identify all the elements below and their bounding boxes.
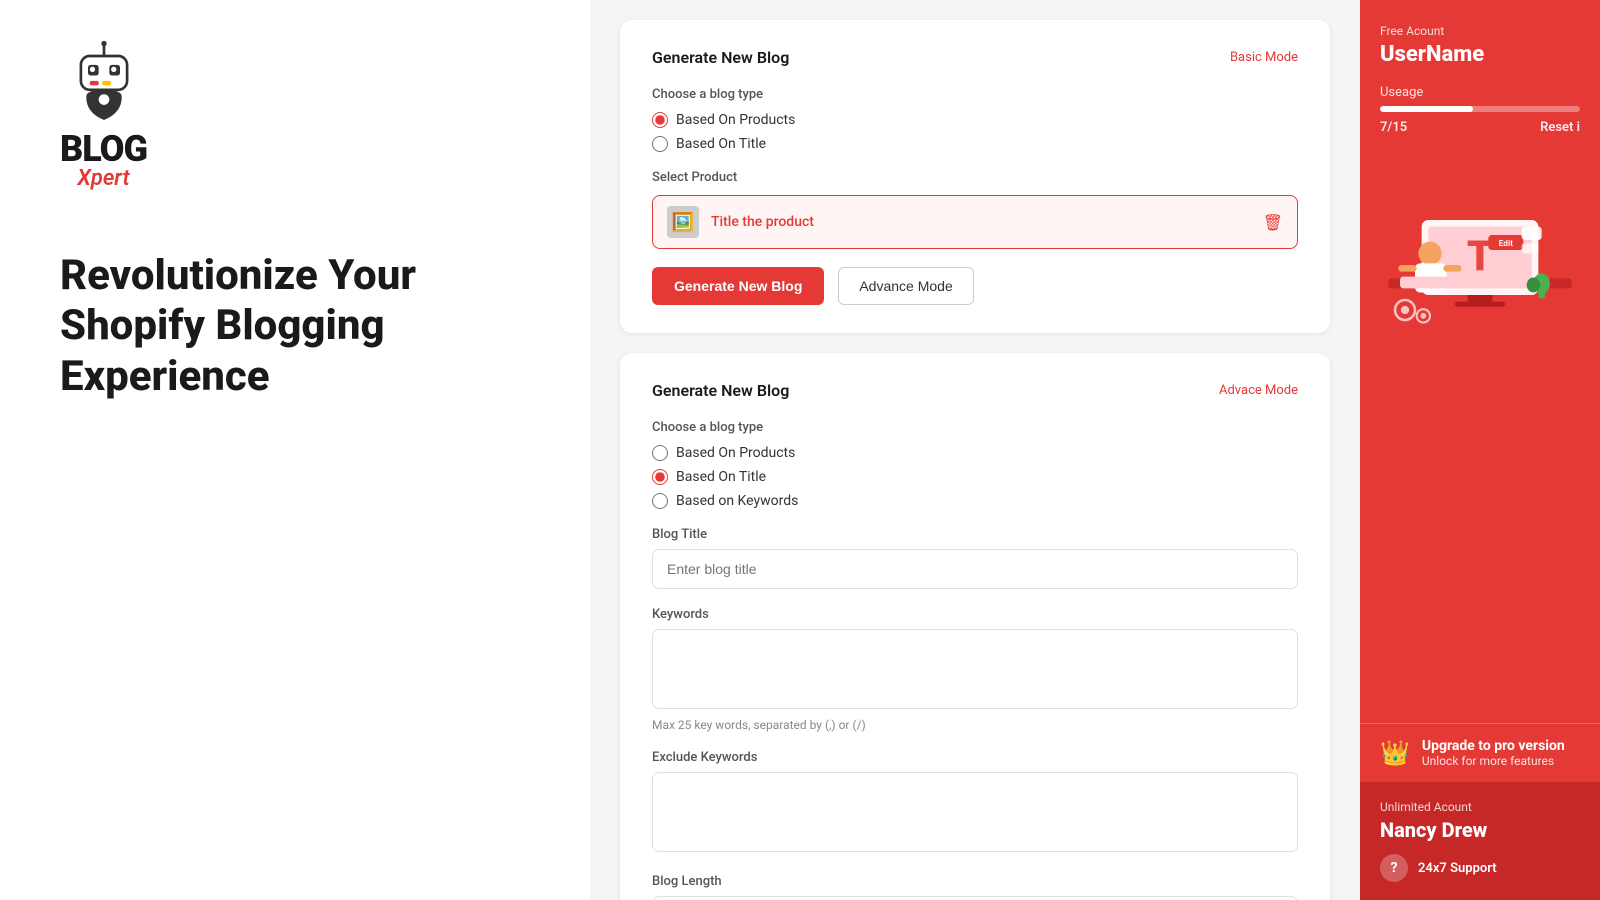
advance-mode-button[interactable]: Advance Mode bbox=[838, 267, 973, 305]
support-row: ? 24x7 Support bbox=[1380, 854, 1580, 882]
generate-blog-button-1[interactable]: Generate New Blog bbox=[652, 267, 824, 305]
keywords-hint: Max 25 key words, separated by (,) or (/… bbox=[652, 718, 1298, 732]
generate-blog-card-2: Generate New Blog Advace Mode Choose a b… bbox=[620, 353, 1330, 900]
radio-based-on-products-2[interactable]: Based On Products bbox=[652, 445, 1298, 461]
keywords-field: Keywords Max 25 key words, separated by … bbox=[652, 607, 1298, 732]
basic-mode-link[interactable]: Basic Mode bbox=[1230, 50, 1298, 65]
card1-actions: Generate New Blog Advance Mode bbox=[652, 267, 1298, 305]
blog-title-input[interactable] bbox=[652, 549, 1298, 589]
reset-label[interactable]: Reset i bbox=[1540, 120, 1580, 135]
radio-products-1-label: Based On Products bbox=[676, 112, 795, 128]
select-product-label: Select Product bbox=[652, 170, 1298, 185]
radio-based-on-keywords[interactable]: Based on Keywords bbox=[652, 493, 1298, 509]
product-thumbnail: 🖼️ bbox=[667, 206, 699, 238]
usage-numbers: 7/15 Reset i bbox=[1380, 120, 1580, 135]
blog-type-radio-group-2: Based On Products Based On Title Based o… bbox=[652, 445, 1298, 509]
radio-based-on-title-1[interactable]: Based On Title bbox=[652, 136, 1298, 152]
blog-length-select[interactable]: Select Short Medium Long bbox=[652, 896, 1298, 900]
user-card: Free Acount UserName Useage 7/15 Reset i… bbox=[1360, 0, 1600, 723]
main-content: Generate New Blog Basic Mode Choose a bl… bbox=[590, 0, 1360, 900]
tagline: Revolutionize Your Shopify Blogging Expe… bbox=[60, 251, 520, 402]
crown-icon: 👑 bbox=[1380, 739, 1410, 767]
radio-based-on-title-2[interactable]: Based On Title bbox=[652, 469, 1298, 485]
illustration-svg: T Edit bbox=[1380, 145, 1580, 345]
exclude-keywords-textarea[interactable] bbox=[652, 772, 1298, 852]
radio-title-1-label: Based On Title bbox=[676, 136, 766, 152]
blog-length-field: Blog Length Select Short Medium Long bbox=[652, 874, 1298, 900]
radio-based-on-products-1[interactable]: Based On Products bbox=[652, 112, 1298, 128]
delete-product-icon[interactable]: 🗑 bbox=[1263, 213, 1283, 232]
usage-label: Useage bbox=[1380, 85, 1580, 100]
left-panel: BLOG Xpert Revolutionize Your Shopify Bl… bbox=[0, 0, 590, 900]
username-display: UserName bbox=[1380, 42, 1580, 67]
usage-progress-fill bbox=[1380, 106, 1473, 112]
blog-type-label-1: Choose a blog type bbox=[652, 87, 1298, 102]
product-title-text: Title the product bbox=[711, 214, 1251, 230]
blog-title-field: Blog Title bbox=[652, 527, 1298, 589]
keywords-textarea[interactable] bbox=[652, 629, 1298, 709]
keywords-label: Keywords bbox=[652, 607, 1298, 622]
upgrade-title: Upgrade to pro version bbox=[1422, 738, 1565, 754]
support-text: 24x7 Support bbox=[1418, 861, 1497, 876]
robot-logo-icon bbox=[64, 40, 144, 120]
advance-mode-link[interactable]: Advace Mode bbox=[1219, 383, 1298, 398]
product-select-box[interactable]: 🖼️ Title the product 🗑 bbox=[652, 195, 1298, 249]
svg-text:Edit: Edit bbox=[1499, 239, 1513, 249]
radio-products-1-input[interactable] bbox=[652, 112, 668, 128]
logo-text: BLOG Xpert bbox=[60, 128, 147, 191]
support-icon: ? bbox=[1380, 854, 1408, 882]
unlimited-label: Unlimited Acount bbox=[1380, 800, 1580, 814]
unlimited-name: Nancy Drew bbox=[1380, 818, 1580, 842]
upgrade-sub: Unlock for more features bbox=[1422, 754, 1565, 768]
card1-header: Generate New Blog Basic Mode bbox=[652, 48, 1298, 67]
radio-title-2-label: Based On Title bbox=[676, 469, 766, 485]
generate-blog-card-1: Generate New Blog Basic Mode Choose a bl… bbox=[620, 20, 1330, 333]
card1-title: Generate New Blog bbox=[652, 48, 789, 67]
card2-title: Generate New Blog bbox=[652, 381, 789, 400]
blog-title-label: Blog Title bbox=[652, 527, 1298, 542]
logo-blog: BLOG bbox=[60, 128, 147, 170]
radio-title-1-input[interactable] bbox=[652, 136, 668, 152]
exclude-keywords-field: Exclude Keywords bbox=[652, 750, 1298, 856]
card2-header: Generate New Blog Advace Mode bbox=[652, 381, 1298, 400]
illustration-area: T Edit bbox=[1380, 135, 1580, 345]
unlimited-card: Unlimited Acount Nancy Drew ? 24x7 Suppo… bbox=[1360, 782, 1600, 900]
blog-type-radio-group-1: Based On Products Based On Title bbox=[652, 112, 1298, 152]
usage-current: 7/15 bbox=[1380, 120, 1407, 135]
upgrade-text: Upgrade to pro version Unlock for more f… bbox=[1422, 738, 1565, 768]
right-panel: Free Acount UserName Useage 7/15 Reset i… bbox=[1360, 0, 1600, 900]
radio-products-2-input[interactable] bbox=[652, 445, 668, 461]
blog-type-label-2: Choose a blog type bbox=[652, 420, 1298, 435]
radio-keywords-label: Based on Keywords bbox=[676, 493, 798, 509]
blog-length-label: Blog Length bbox=[652, 874, 1298, 889]
exclude-keywords-label: Exclude Keywords bbox=[652, 750, 1298, 765]
upgrade-banner[interactable]: 👑 Upgrade to pro version Unlock for more… bbox=[1360, 723, 1600, 782]
logo-area: BLOG Xpert bbox=[60, 40, 147, 191]
radio-products-2-label: Based On Products bbox=[676, 445, 795, 461]
radio-title-2-input[interactable] bbox=[652, 469, 668, 485]
usage-progress-bar bbox=[1380, 106, 1580, 112]
radio-keywords-input[interactable] bbox=[652, 493, 668, 509]
free-account-label: Free Acount bbox=[1380, 24, 1580, 38]
